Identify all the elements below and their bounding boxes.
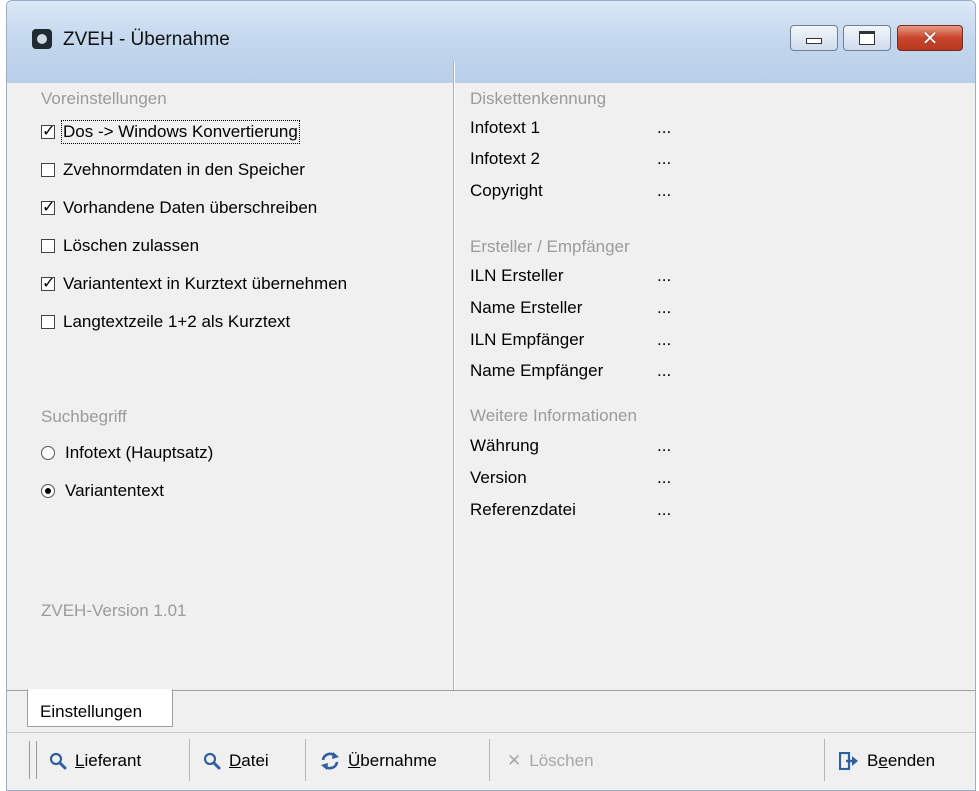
tab-einstellungen[interactable]: Einstellungen — [27, 689, 173, 727]
version-label: ZVEH-Version 1.01 — [41, 601, 187, 620]
checkbox-overwrite[interactable]: ✓ Vorhandene Daten überschreiben — [41, 196, 317, 220]
checkbox-label: Dos -> Windows Konvertierung — [61, 120, 300, 144]
checkmark-icon: ✓ — [42, 197, 56, 216]
bottom-toolbar: Lieferant Datei Übernahme ✕ Löschen Been… — [7, 732, 975, 790]
toolbar-separator — [305, 739, 306, 781]
delete-icon: ✕ — [507, 751, 522, 771]
maximize-icon — [859, 31, 875, 45]
radio-selected-dot — [45, 488, 51, 494]
lieferant-label: Lieferant — [75, 751, 142, 770]
checkbox-box[interactable]: ✓ — [41, 273, 55, 292]
checkbox-label: Vorhandene Daten überschreiben — [63, 198, 318, 217]
radio-label: Variantentext — [65, 481, 164, 500]
checkbox-zvehnormdaten[interactable]: Zvehnormdaten in den Speicher — [41, 158, 305, 182]
exit-icon — [839, 752, 859, 770]
checkbox-box[interactable] — [41, 315, 55, 329]
info-value: ... — [657, 468, 672, 487]
info-value: ... — [657, 118, 672, 137]
info-label: Name Ersteller — [470, 298, 583, 317]
info-label: Referenzdatei — [470, 500, 576, 519]
datei-label: Datei — [229, 751, 269, 770]
disk-title: Diskettenkennung — [470, 89, 607, 108]
checkbox-variant-shorttext[interactable]: ✓ Variantentext in Kurztext übernehmen — [41, 272, 347, 296]
content-area: Voreinstellungen ✓ Dos -> Windows Konver… — [7, 62, 975, 692]
toolbar-separator — [824, 739, 825, 781]
uebernahme-label: Übernahme — [348, 751, 437, 770]
checkbox-box[interactable]: ✓ — [41, 121, 55, 140]
checkbox-label: Löschen zulassen — [63, 236, 200, 255]
info-label: Infotext 1 — [470, 118, 540, 137]
lieferant-button[interactable]: Lieferant — [49, 747, 141, 775]
beenden-label: Beenden — [867, 751, 936, 770]
close-button[interactable]: ✕ — [897, 25, 963, 51]
tab-strip: Einstellungen — [7, 689, 975, 733]
radio-infotext[interactable]: Infotext (Hauptsatz) — [41, 441, 213, 465]
radio-variantentext[interactable]: Variantentext — [41, 479, 164, 503]
uebernahme-button[interactable]: Übernahme — [320, 747, 437, 775]
checkbox-box[interactable]: ✓ — [41, 197, 55, 216]
more-info-title: Weitere Informationen — [470, 406, 637, 425]
creator-title: Ersteller / Empfänger — [470, 237, 630, 256]
loeschen-label: Löschen — [529, 751, 594, 770]
search-icon — [49, 752, 67, 770]
datei-button[interactable]: Datei — [203, 747, 269, 775]
checkbox-box[interactable] — [41, 239, 55, 253]
toolbar-separator — [189, 739, 190, 781]
radio-circle[interactable] — [41, 446, 55, 460]
main-window: ZVEH - Übernahme ✕ Voreinstellungen ✓ Do… — [6, 0, 976, 791]
checkbox-box[interactable] — [41, 163, 55, 177]
info-value: ... — [657, 149, 672, 168]
toolbar-separator — [489, 739, 490, 781]
info-value: ... — [657, 361, 672, 380]
checkbox-label: Langtextzeile 1+2 als Kurztext — [63, 312, 291, 331]
info-label: Name Empfänger — [470, 361, 604, 380]
app-icon[interactable] — [32, 29, 52, 49]
panel-divider — [453, 62, 455, 692]
info-label: Infotext 2 — [470, 149, 540, 168]
checkbox-label: Zvehnormdaten in den Speicher — [63, 160, 305, 179]
info-value: ... — [657, 500, 672, 519]
info-label: ILN Ersteller — [470, 266, 564, 285]
checkbox-dos-windows[interactable]: ✓ Dos -> Windows Konvertierung — [41, 120, 300, 144]
info-label: ILN Empfänger — [470, 330, 585, 349]
checkbox-allow-delete[interactable]: Löschen zulassen — [41, 234, 199, 258]
toolbar-grip[interactable] — [29, 741, 37, 779]
info-value: ... — [657, 266, 672, 285]
search-title: Suchbegriff — [41, 407, 127, 426]
minimize-icon — [806, 38, 822, 44]
tab-label: Einstellungen — [40, 702, 143, 721]
close-icon: ✕ — [921, 26, 939, 50]
loeschen-button[interactable]: ✕ Löschen — [507, 747, 594, 775]
info-value: ... — [657, 298, 672, 317]
checkmark-icon: ✓ — [42, 121, 56, 140]
checkbox-longtext-lines[interactable]: Langtextzeile 1+2 als Kurztext — [41, 310, 290, 334]
info-value: ... — [657, 330, 672, 349]
info-label: Version — [470, 468, 527, 487]
checkmark-icon: ✓ — [42, 273, 56, 292]
presets-title: Voreinstellungen — [41, 89, 167, 108]
radio-circle[interactable] — [41, 484, 55, 498]
beenden-button[interactable]: Beenden — [839, 747, 935, 775]
info-label: Copyright — [470, 181, 543, 200]
info-value: ... — [657, 181, 672, 200]
window-title: ZVEH - Übernahme — [63, 29, 230, 50]
checkbox-label: Variantentext in Kurztext übernehmen — [63, 274, 348, 293]
search-icon — [203, 752, 221, 770]
info-label: Währung — [470, 436, 539, 455]
minimize-button[interactable] — [790, 25, 838, 51]
maximize-button[interactable] — [843, 25, 891, 51]
radio-label: Infotext (Hauptsatz) — [65, 443, 214, 462]
refresh-icon — [320, 752, 340, 770]
info-value: ... — [657, 436, 672, 455]
